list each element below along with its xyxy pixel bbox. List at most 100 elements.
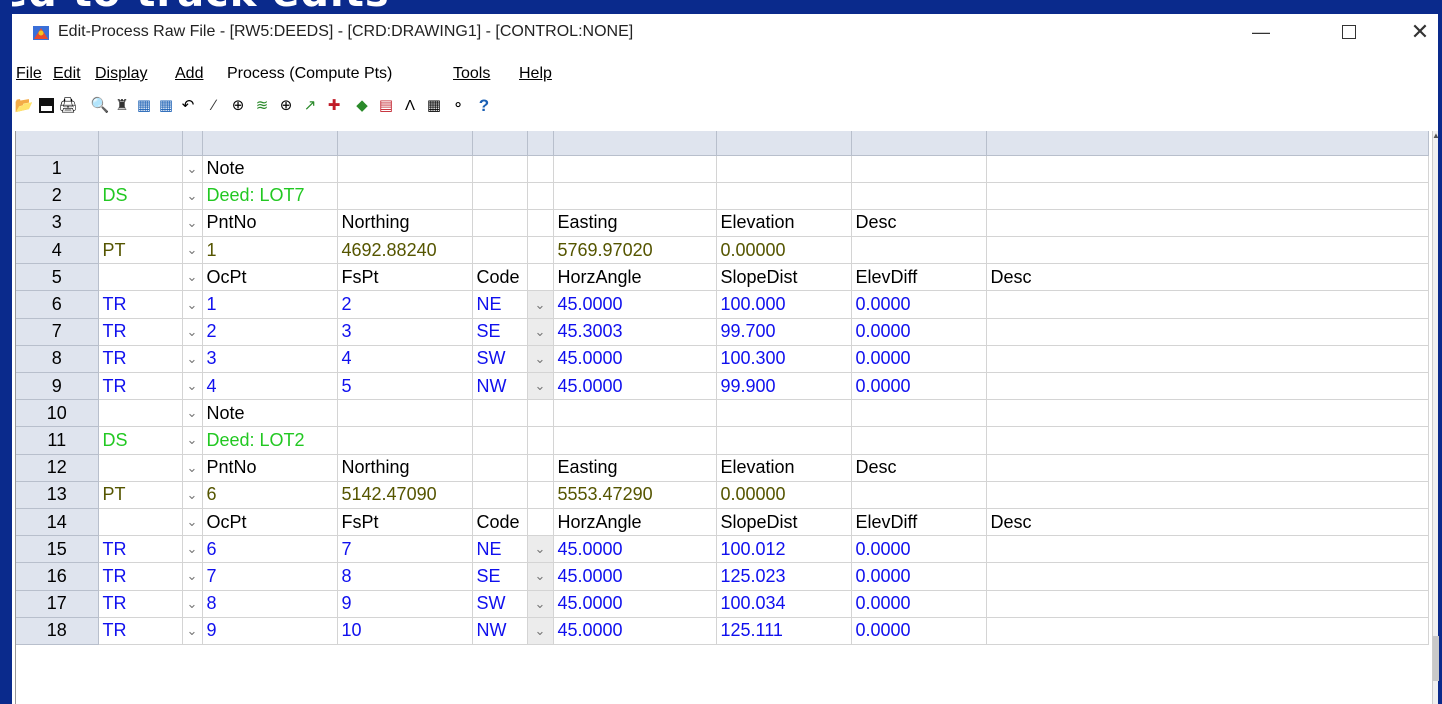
help-icon[interactable]: ? — [474, 94, 494, 116]
record-type-dropdown[interactable]: ⌄ — [182, 399, 203, 428]
data-cell[interactable] — [553, 155, 717, 183]
data-cell[interactable]: 7 — [202, 562, 338, 591]
code-dropdown[interactable] — [527, 508, 554, 537]
row-number[interactable]: 4 — [16, 236, 99, 265]
code-dropdown[interactable] — [527, 426, 554, 455]
vertical-scrollbar[interactable]: ▲ — [1432, 131, 1440, 704]
data-cell[interactable] — [986, 182, 1429, 210]
row-number[interactable]: 15 — [16, 535, 99, 564]
menu-tools[interactable]: Tools — [453, 65, 490, 83]
data-cell[interactable]: FsPt — [337, 263, 473, 292]
data-cell[interactable] — [851, 155, 987, 183]
record-type-cell[interactable] — [98, 508, 183, 537]
point-icon[interactable]: ✚ — [324, 94, 344, 116]
data-cell[interactable] — [337, 182, 473, 210]
data-cell[interactable]: 125.111 — [716, 617, 852, 645]
row-number[interactable]: 12 — [16, 454, 99, 482]
data-cell[interactable] — [851, 481, 987, 509]
data-cell[interactable] — [716, 155, 852, 183]
data-cell[interactable] — [986, 155, 1429, 183]
data-cell[interactable]: 6 — [202, 535, 338, 564]
data-cell[interactable] — [716, 426, 852, 455]
corner-header-cell[interactable] — [16, 131, 99, 156]
data-cell[interactable]: 4692.88240 — [337, 236, 473, 265]
record-type-dropdown[interactable]: ⌄ — [182, 535, 203, 564]
record-type-dropdown[interactable]: ⌄ — [182, 318, 203, 346]
data-cell[interactable]: 7 — [337, 535, 473, 564]
data-cell[interactable] — [986, 481, 1429, 509]
table-row[interactable]: 11 DS ⌄ Deed: LOT2 — [16, 426, 1429, 455]
data-cell[interactable]: Elevation — [716, 209, 852, 238]
record-type-cell[interactable]: TR — [98, 345, 183, 374]
data-cell[interactable]: HorzAngle — [553, 508, 717, 537]
data-cell[interactable] — [986, 617, 1429, 645]
menu-process[interactable]: Process (Compute Pts) — [227, 65, 392, 83]
data-cell[interactable] — [472, 209, 528, 238]
data-cell[interactable]: SlopeDist — [716, 508, 852, 537]
traverse-adjust-icon[interactable]: Λ — [400, 94, 420, 116]
menu-file[interactable]: File — [16, 65, 42, 83]
data-cell[interactable] — [851, 236, 987, 265]
table-row[interactable]: 14 ⌄ OcPt FsPt Code HorzAngle SlopeDist ElevDif… — [16, 508, 1429, 537]
data-cell[interactable] — [472, 182, 528, 210]
data-cell[interactable]: PntNo — [202, 209, 338, 238]
code-dropdown[interactable] — [527, 236, 554, 265]
data-cell[interactable]: 0.0000 — [851, 562, 987, 591]
data-cell[interactable]: 6 — [202, 481, 338, 509]
row-number[interactable]: 13 — [16, 481, 99, 509]
find-icon[interactable]: 🔍 — [90, 94, 110, 116]
data-cell[interactable] — [851, 426, 987, 455]
data-cell[interactable]: SW — [472, 590, 528, 618]
record-type-cell[interactable]: TR — [98, 562, 183, 591]
data-cell[interactable]: Deed: LOT2 — [202, 426, 338, 455]
menu-display[interactable]: Display — [95, 65, 147, 83]
data-cell[interactable]: 3 — [337, 318, 473, 346]
record-type-cell[interactable]: DS — [98, 426, 183, 455]
data-cell[interactable]: Elevation — [716, 454, 852, 482]
data-cell[interactable]: Code — [472, 508, 528, 537]
record-type-cell[interactable] — [98, 155, 183, 183]
record-type-dropdown[interactable]: ⌄ — [182, 372, 203, 401]
sideshot-icon[interactable]: ≋ — [252, 94, 272, 116]
data-cell[interactable]: 2 — [337, 290, 473, 319]
data-cell[interactable]: 5 — [337, 372, 473, 401]
row-number[interactable]: 14 — [16, 508, 99, 537]
menu-add[interactable]: Add — [175, 65, 203, 83]
column-header[interactable] — [716, 131, 852, 156]
data-cell[interactable]: 45.0000 — [553, 590, 717, 618]
data-cell[interactable] — [986, 454, 1429, 482]
data-cell[interactable]: 9 — [337, 590, 473, 618]
view-icon[interactable]: ⚬ — [448, 94, 468, 116]
data-cell[interactable]: 99.900 — [716, 372, 852, 401]
insert-record-icon[interactable]: ▦ — [134, 94, 154, 116]
locate-icon[interactable]: ⊕ — [276, 94, 296, 116]
record-type-cell[interactable]: TR — [98, 617, 183, 645]
table-row[interactable]: 7 TR ⌄ 2 3 SE ⌄ 45.3003 99.700 0.0000 — [16, 318, 1429, 346]
record-type-cell[interactable]: TR — [98, 372, 183, 401]
table-row[interactable]: 12 ⌄ PntNo Northing Easting Elevation Desc — [16, 454, 1429, 482]
data-cell[interactable]: 45.0000 — [553, 345, 717, 374]
data-cell[interactable]: Desc — [986, 263, 1429, 292]
traverse-icon[interactable]: ∕ — [204, 94, 224, 116]
maximize-button[interactable] — [1326, 14, 1372, 50]
data-cell[interactable]: Northing — [337, 454, 473, 482]
row-number[interactable]: 2 — [16, 182, 99, 210]
data-cell[interactable]: Easting — [553, 454, 717, 482]
data-cell[interactable]: 4 — [202, 372, 338, 401]
row-number[interactable]: 9 — [16, 372, 99, 401]
row-number[interactable]: 18 — [16, 617, 99, 645]
data-cell[interactable]: Note — [202, 399, 338, 428]
data-cell[interactable] — [986, 236, 1429, 265]
delete-record-icon[interactable]: ▦ — [156, 94, 176, 116]
scrollbar-thumb[interactable] — [1433, 636, 1439, 681]
table-row[interactable]: 16 TR ⌄ 7 8 SE ⌄ 45.0000 125.023 0.0000 — [16, 562, 1429, 591]
record-type-cell[interactable]: PT — [98, 236, 183, 265]
data-cell[interactable]: NE — [472, 535, 528, 564]
data-cell[interactable]: 0.00000 — [716, 481, 852, 509]
code-dropdown[interactable] — [527, 182, 554, 210]
record-type-dropdown[interactable]: ⌄ — [182, 182, 203, 210]
data-cell[interactable]: 100.000 — [716, 290, 852, 319]
data-cell[interactable] — [472, 236, 528, 265]
record-type-cell[interactable]: TR — [98, 290, 183, 319]
record-type-cell[interactable]: TR — [98, 318, 183, 346]
